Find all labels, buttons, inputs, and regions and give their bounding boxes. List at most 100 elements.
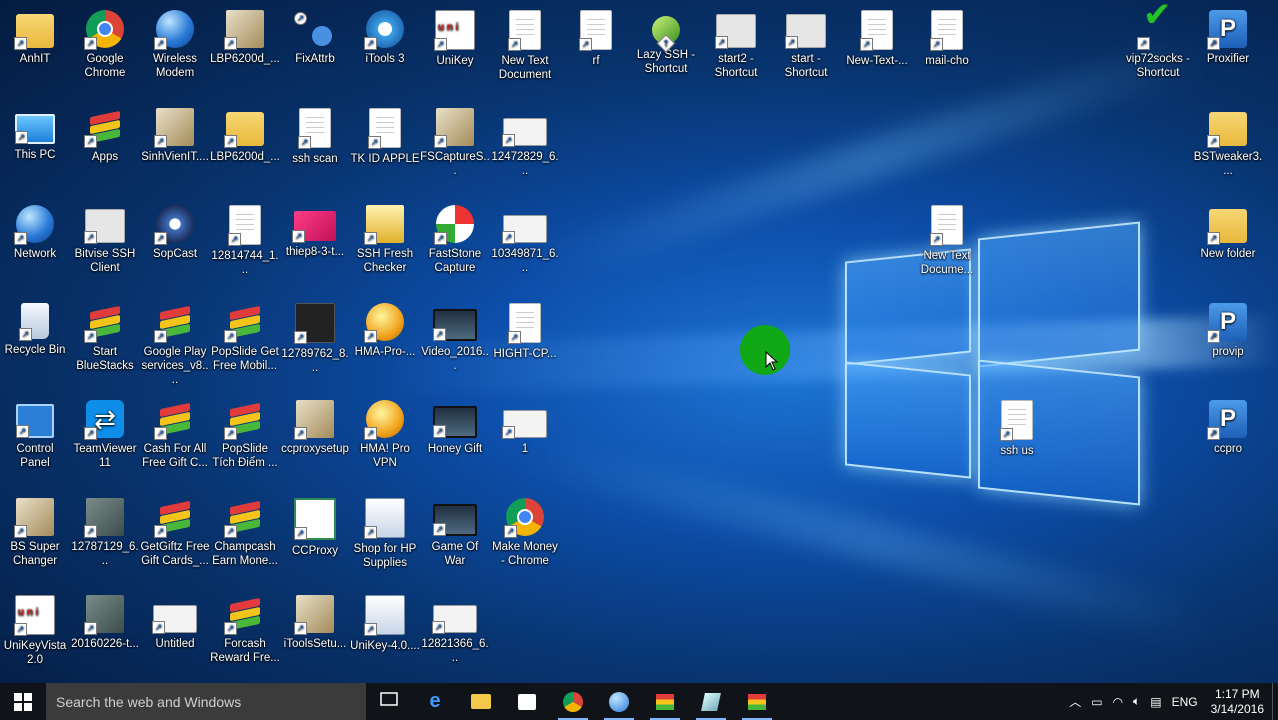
- desktop-icon[interactable]: New Text Document: [490, 2, 560, 82]
- taskbar-app-tool[interactable]: [688, 683, 734, 720]
- desktop-icon[interactable]: Honey Gift: [420, 392, 490, 456]
- desktop-icon[interactable]: UniKey-4.0....: [350, 587, 420, 653]
- taskbar-app-store[interactable]: [504, 683, 550, 720]
- clock[interactable]: 1:17 PM 3/14/2016: [1203, 687, 1272, 717]
- desktop-icon[interactable]: FixAttrb: [280, 2, 350, 66]
- desktop-icon[interactable]: Video_2016...: [420, 295, 490, 373]
- taskbar-app-network-app[interactable]: [596, 683, 642, 720]
- desktop-icon[interactable]: AnhIT: [0, 2, 70, 66]
- desktop-icon[interactable]: Apps: [70, 100, 140, 164]
- doc-icon: [860, 10, 893, 51]
- desktop-icon[interactable]: LBP6200d_...: [210, 2, 280, 66]
- desktop-icon[interactable]: Network: [0, 197, 70, 261]
- volume-icon[interactable]: 🔈︎: [1128, 694, 1145, 709]
- desktop-icon[interactable]: PopSlide Tích Điểm ...: [210, 392, 280, 470]
- hma-icon: [364, 400, 404, 440]
- desktop-icon[interactable]: Make Money - Chrome: [490, 490, 560, 568]
- desktop-icon[interactable]: Untitled: [140, 587, 210, 651]
- desktop-icon-label: Apps: [91, 151, 119, 163]
- desktop-icon[interactable]: ⇄ TeamViewer 11: [70, 392, 140, 470]
- desktop-icon[interactable]: 10349871_6...: [490, 197, 560, 275]
- desktop-icon[interactable]: FastStone Capture: [420, 197, 490, 275]
- desktop-icon[interactable]: UniKeyVista 2.0: [0, 587, 70, 667]
- desktop-icon[interactable]: New folder: [1193, 197, 1263, 261]
- desktop-icon[interactable]: Forcash Reward Fre...: [210, 587, 280, 665]
- taskbar-apps: e: [366, 683, 780, 720]
- desktop-icon[interactable]: HIGHT-CP...: [490, 295, 560, 361]
- desktop-icon[interactable]: 20160226-t...: [70, 587, 140, 651]
- battery-icon[interactable]: ▭: [1086, 695, 1107, 709]
- desktop-icon[interactable]: SopCast: [140, 197, 210, 261]
- desktop-icon[interactable]: Google Chrome: [70, 2, 140, 80]
- taskbar-app-bluestacks-2[interactable]: [734, 683, 780, 720]
- desktop-icon[interactable]: rf: [561, 2, 631, 68]
- desktop-icon[interactable]: 12821366_6...: [420, 587, 490, 665]
- desktop-icon[interactable]: start2 - Shortcut: [701, 2, 771, 80]
- desktop-icon[interactable]: GetGiftz Free Gift Cards_...: [140, 490, 210, 568]
- desktop-icon[interactable]: iToolsSetu...: [280, 587, 350, 651]
- desktop-icon-label: New Text Docume...: [920, 250, 974, 276]
- desktop-icon[interactable]: UniKey: [420, 2, 490, 68]
- desktop-icon[interactable]: Wireless Modem: [140, 2, 210, 80]
- desktop-icon[interactable]: 12472829_6...: [490, 100, 560, 178]
- search-box[interactable]: Search the web and Windows: [46, 683, 366, 720]
- desktop-icon[interactable]: LBP6200d_...: [210, 100, 280, 164]
- desktop-icon[interactable]: vip72socks - Shortcut: [1123, 2, 1193, 80]
- desktop-icon[interactable]: 12789762_8...: [280, 295, 350, 375]
- desktop-icon[interactable]: ssh scan: [280, 100, 350, 166]
- desktop-icon[interactable]: ccproxysetup: [280, 392, 350, 456]
- show-desktop-button[interactable]: [1272, 683, 1278, 720]
- desktop-icon[interactable]: Bitvise SSH Client: [70, 197, 140, 275]
- desktop-icon[interactable]: P Proxifier: [1193, 2, 1263, 66]
- desktop-icon[interactable]: HMA-Pro-...: [350, 295, 420, 359]
- desktop-icon[interactable]: Champcash Earn Mone...: [210, 490, 280, 568]
- desktop-icon[interactable]: Start BlueStacks: [70, 295, 140, 373]
- desktop-icon-label: Wireless Modem: [152, 53, 198, 79]
- desktop-icon[interactable]: SSH Fresh Checker: [350, 197, 420, 275]
- wifi-icon[interactable]: ◠: [1108, 695, 1128, 709]
- doc-icon: [930, 205, 963, 246]
- taskbar-app-chrome[interactable]: [550, 683, 596, 720]
- desktop-icon[interactable]: FSCaptureS...: [420, 100, 490, 178]
- desktop-icon[interactable]: Control Panel: [0, 392, 70, 470]
- desktop-icon[interactable]: 1: [490, 392, 560, 456]
- language-indicator[interactable]: ENG: [1167, 695, 1203, 709]
- desktop-icon[interactable]: mail-cho: [912, 2, 982, 68]
- desktop-icon[interactable]: New-Text-...: [842, 2, 912, 68]
- desktop-icon[interactable]: 12814744_1...: [210, 197, 280, 277]
- desktop-icon[interactable]: Lazy SSH - Shortcut: [631, 2, 701, 76]
- start-button[interactable]: [0, 683, 46, 720]
- desktop-icon[interactable]: 12787129_6...: [70, 490, 140, 568]
- chevron-up-icon[interactable]: ︿: [1064, 693, 1086, 710]
- cp-icon: [16, 404, 54, 438]
- desktop-icon[interactable]: Recycle Bin: [0, 295, 70, 357]
- desktop-icon-label: Start BlueStacks: [76, 346, 134, 372]
- desktop-icon[interactable]: Pccpro: [1193, 392, 1263, 456]
- desktop-icon[interactable]: iTools 3: [350, 2, 420, 66]
- clock-time: 1:17 PM: [1214, 686, 1260, 701]
- desktop-icon[interactable]: PopSlide Get Free Mobil...: [210, 295, 280, 373]
- desktop-icon-label: LBP6200d_...: [210, 53, 280, 65]
- desktop-icon[interactable]: BSTweaker3....: [1193, 100, 1263, 178]
- desktop-icon[interactable]: SinhVienIT....: [140, 100, 210, 164]
- desktop-icon[interactable]: BS Super Changer: [0, 490, 70, 568]
- desktop-icon[interactable]: New Text Docume...: [912, 197, 982, 277]
- taskbar-app-task-view[interactable]: [366, 683, 412, 720]
- desktop-icon[interactable]: Game Of War: [420, 490, 490, 568]
- desktop-icon[interactable]: start - Shortcut: [771, 2, 841, 80]
- desktop-icon-label: Control Panel: [16, 443, 54, 469]
- taskbar-app-bluestacks[interactable]: [642, 683, 688, 720]
- taskbar-app-file-explorer[interactable]: [458, 683, 504, 720]
- desktop-icon[interactable]: Shop for HP Supplies: [350, 490, 420, 570]
- desktop-icon[interactable]: Google Play services_v8....: [140, 295, 210, 387]
- desktop-icon[interactable]: thiep8-3-t...: [280, 197, 350, 259]
- notification-icon[interactable]: ▤: [1145, 695, 1166, 709]
- desktop-icon[interactable]: TK ID APPLE: [350, 100, 420, 166]
- taskbar-app-edge[interactable]: e: [412, 683, 458, 720]
- desktop-icon[interactable]: ssh us: [982, 392, 1052, 458]
- desktop-icon[interactable]: CCProxy: [280, 490, 350, 558]
- desktop-icon[interactable]: This PC: [0, 100, 70, 162]
- desktop-icon[interactable]: Cash For All Free Gift C...: [140, 392, 210, 470]
- desktop-icon[interactable]: HMA! Pro VPN: [350, 392, 420, 470]
- desktop-icon[interactable]: Pprovip: [1193, 295, 1263, 359]
